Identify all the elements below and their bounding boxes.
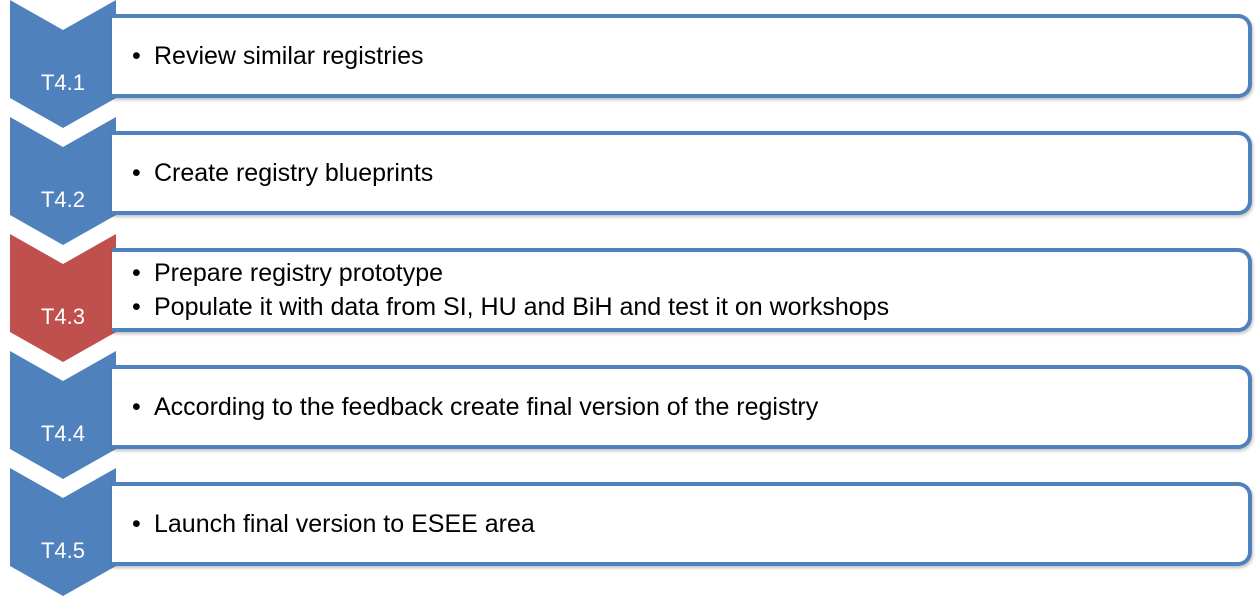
chevron-shape — [10, 234, 116, 362]
step-label: T4.3 — [40, 304, 86, 329]
process-chevron-list: T4.1 Review similar registries T4.2 Create … — [0, 0, 1256, 596]
step-label: T4.1 — [40, 70, 86, 95]
step-bullet-list: Prepare registry prototypePopulate it wi… — [132, 256, 1236, 324]
step-content-box-1: Review similar registries — [112, 14, 1252, 98]
step-bullet-item: Review similar registries — [132, 39, 1236, 73]
step-bullet-list: Launch final version to ESEE area — [132, 507, 1236, 541]
step-bullet-list: Review similar registries — [132, 39, 1236, 73]
step-bullet-item: Launch final version to ESEE area — [132, 507, 1236, 541]
step-label: T4.4 — [40, 421, 86, 446]
step-content-box-5: Launch final version to ESEE area — [112, 482, 1252, 566]
step-bullet-item: Create registry blueprints — [132, 156, 1236, 190]
step-content-box-3: Prepare registry prototypePopulate it wi… — [112, 248, 1252, 332]
step-chevron-5 — [10, 468, 116, 596]
step-chevron-2 — [10, 117, 116, 245]
chevron-shape — [10, 117, 116, 245]
step-bullet-list: Create registry blueprints — [132, 156, 1236, 190]
chevron-shape — [10, 468, 116, 596]
chevron-shape — [10, 0, 116, 128]
step-bullet-list: According to the feedback create final v… — [132, 390, 1236, 424]
step-bullet-item: Prepare registry prototype — [132, 256, 1236, 290]
chevron-shape — [10, 351, 116, 479]
step-content-box-4: According to the feedback create final v… — [112, 365, 1252, 449]
step-chevron-3 — [10, 234, 116, 362]
step-chevron-1 — [10, 0, 116, 128]
step-chevron-4 — [10, 351, 116, 479]
step-label: T4.2 — [40, 187, 86, 212]
step-content-box-2: Create registry blueprints — [112, 131, 1252, 215]
step-label: T4.5 — [40, 538, 86, 563]
step-bullet-item: According to the feedback create final v… — [132, 390, 1236, 424]
step-bullet-item: Populate it with data from SI, HU and Bi… — [132, 290, 1236, 324]
